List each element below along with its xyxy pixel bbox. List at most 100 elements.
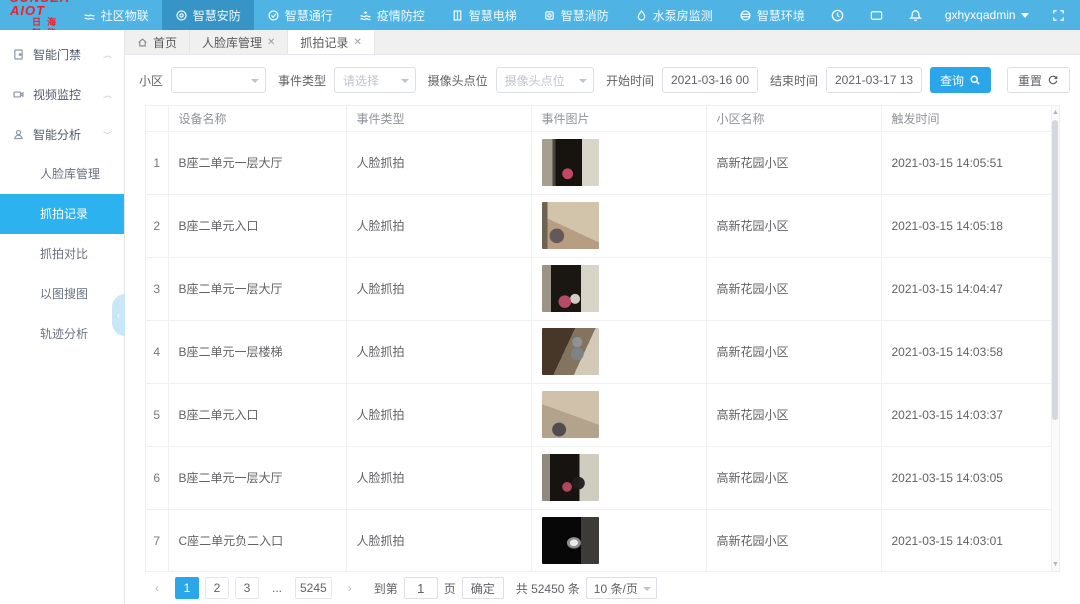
table-row[interactable]: 4 B座二单元一层楼梯 人脸抓拍 高新花园小区 2021-03-15 14:03…: [146, 320, 1059, 383]
close-icon[interactable]: ✕: [353, 37, 361, 48]
tab-face-library[interactable]: 人脸库管理 ✕: [190, 30, 288, 54]
tab-label: 抓拍记录: [300, 34, 348, 51]
sidebar-item-trajectory-analysis[interactable]: 轨迹分析: [0, 314, 124, 354]
event-snapshot-thumbnail[interactable]: [542, 139, 599, 186]
table-scrollbar[interactable]: ▲ ▼: [1051, 106, 1059, 571]
top-menu-item-epidemic[interactable]: 疫情防控: [346, 0, 438, 30]
page-button-3[interactable]: 3: [235, 577, 259, 599]
page-button-2[interactable]: 2: [205, 577, 229, 599]
bell-icon[interactable]: [896, 8, 935, 23]
top-menu-label: 智慧环境: [757, 7, 805, 24]
jump-page-input[interactable]: [404, 577, 438, 599]
table-row[interactable]: 7 C座二单元负二入口 人脸抓拍 高新花园小区 2021-03-15 14:03…: [146, 509, 1059, 572]
close-icon[interactable]: ✕: [267, 37, 275, 48]
event-type: 人脸抓拍: [346, 383, 531, 446]
top-menu-item-elevator[interactable]: 智慧电梯: [438, 0, 530, 30]
table-row[interactable]: 6 B座二单元一层大厅 人脸抓拍 高新花园小区 2021-03-15 14:03…: [146, 446, 1059, 509]
device-name: B座二单元一层楼梯: [168, 320, 346, 383]
page-button-last[interactable]: 5245: [295, 577, 332, 599]
top-menu-item-environment[interactable]: 智慧环境: [726, 0, 818, 30]
history-icon[interactable]: [818, 8, 857, 23]
camera-placeholder: 摄像头点位: [505, 72, 565, 89]
table-row[interactable]: 1 B座二单元一层大厅 人脸抓拍 高新花园小区 2021-03-15 14:05…: [146, 131, 1059, 194]
next-page-button[interactable]: ›: [338, 577, 362, 599]
camera-select[interactable]: 摄像头点位: [496, 67, 594, 93]
main-layout: 智能门禁 ︿ 视频监控 ︿ 智能分析 ﹀ 人脸库管理 抓拍记录 抓拍对比 以图搜…: [0, 30, 1080, 604]
end-time-input[interactable]: [826, 67, 922, 93]
page-button-1[interactable]: 1: [175, 577, 199, 599]
community-filter-label: 小区: [139, 72, 163, 89]
reset-button[interactable]: 重置: [1007, 67, 1070, 93]
fullscreen-icon[interactable]: [1039, 8, 1078, 23]
sidebar-group-intelligent-analysis[interactable]: 智能分析 ﹀: [0, 114, 124, 154]
fire-icon: [543, 9, 556, 22]
event-type: 人脸抓拍: [346, 194, 531, 257]
prev-page-button[interactable]: ‹: [145, 577, 169, 599]
top-menu-item-community[interactable]: 社区物联: [70, 0, 162, 30]
video-camera-icon: [12, 88, 25, 101]
top-menu: 社区物联 智慧安防 智慧通行 疫情防控 智慧电梯 智慧消防 水泵房监测 智慧环: [70, 0, 818, 30]
event-snapshot-thumbnail[interactable]: [542, 454, 599, 501]
table-row[interactable]: 2 B座二单元入口 人脸抓拍 高新花园小区 2021-03-15 14:05:1…: [146, 194, 1059, 257]
top-menu-item-access[interactable]: 智慧通行: [254, 0, 346, 30]
event-type: 人脸抓拍: [346, 131, 531, 194]
home-icon: [137, 37, 148, 48]
event-type-select[interactable]: 请选择: [334, 67, 416, 93]
epidemic-icon: [359, 9, 372, 22]
top-menu-item-pump[interactable]: 水泵房监测: [622, 0, 726, 30]
scroll-down-arrow[interactable]: ▼: [1052, 561, 1058, 568]
sidebar-item-capture-records[interactable]: 抓拍记录: [0, 194, 124, 234]
chevron-up-icon: ︿: [103, 49, 112, 59]
device-name: B座二单元入口: [168, 194, 346, 257]
access-icon: [267, 9, 280, 22]
sidebar-item-image-search[interactable]: 以图搜图: [0, 274, 124, 314]
sidebar-item-face-library[interactable]: 人脸库管理: [0, 154, 124, 194]
reset-icon: [1047, 74, 1059, 86]
sidebar-group-door-access[interactable]: 智能门禁 ︿: [0, 34, 124, 74]
table-row[interactable]: 3 B座二单元一层大厅 人脸抓拍 高新花园小区 2021-03-15 14:04…: [146, 257, 1059, 320]
community-name: 高新花园小区: [706, 509, 881, 572]
scrollbar-thumb[interactable]: [1052, 120, 1058, 420]
trigger-time: 2021-03-15 14:03:05: [881, 446, 1059, 509]
device-name: B座二单元入口: [168, 383, 346, 446]
trigger-time: 2021-03-15 14:04:47: [881, 257, 1059, 320]
event-snapshot-thumbnail[interactable]: [542, 202, 599, 249]
tab-capture-records[interactable]: 抓拍记录 ✕: [288, 30, 374, 54]
device-name: B座二单元一层大厅: [168, 257, 346, 320]
page-size-select[interactable]: 10 条/页: [586, 577, 657, 599]
message-icon[interactable]: [857, 8, 896, 23]
sidebar-collapse-handle[interactable]: ‹: [112, 294, 125, 336]
scroll-up-arrow[interactable]: ▲: [1052, 109, 1058, 116]
row-index: 2: [146, 194, 168, 257]
start-time-input[interactable]: [662, 67, 758, 93]
sidebar-item-capture-compare[interactable]: 抓拍对比: [0, 234, 124, 274]
col-header-index: [146, 106, 168, 131]
user-menu[interactable]: gxhyxqadmin: [935, 8, 1039, 22]
top-menu-item-fire[interactable]: 智慧消防: [530, 0, 622, 30]
elevator-icon: [451, 9, 464, 22]
trigger-time: 2021-03-15 14:05:18: [881, 194, 1059, 257]
top-menu-item-security[interactable]: 智慧安防: [162, 0, 254, 30]
event-snapshot-thumbnail[interactable]: [542, 265, 599, 312]
end-time-label: 结束时间: [770, 72, 818, 89]
community-name: 高新花园小区: [706, 383, 881, 446]
top-menu-label: 疫情防控: [377, 7, 425, 24]
jump-confirm-button[interactable]: 确定: [462, 577, 504, 599]
sidebar-group-video-surveillance[interactable]: 视频监控 ︿: [0, 74, 124, 114]
content: 首页 人脸库管理 ✕ 抓拍记录 ✕ 小区 事件类型 请选择: [125, 30, 1080, 604]
search-button[interactable]: 查询: [930, 67, 991, 93]
table-row[interactable]: 5 B座二单元入口 人脸抓拍 高新花园小区 2021-03-15 14:03:3…: [146, 383, 1059, 446]
sidebar-group-label: 视频监控: [33, 86, 81, 103]
device-name: C座二单元负二入口: [168, 509, 346, 572]
camera-filter-label: 摄像头点位: [428, 72, 488, 89]
pagination-bar: ‹ 1 2 3 ... 5245 › 到第 页 确定 共 52450 条 10 …: [125, 572, 1080, 604]
event-type-filter-label: 事件类型: [278, 72, 326, 89]
event-snapshot-thumbnail[interactable]: [542, 517, 599, 564]
start-time-label: 开始时间: [606, 72, 654, 89]
reset-button-label: 重置: [1018, 72, 1042, 89]
event-snapshot-thumbnail[interactable]: [542, 328, 599, 375]
top-menu-label: 水泵房监测: [653, 7, 713, 24]
community-select[interactable]: [171, 67, 266, 93]
event-snapshot-thumbnail[interactable]: [542, 391, 599, 438]
tab-home[interactable]: 首页: [125, 30, 190, 54]
